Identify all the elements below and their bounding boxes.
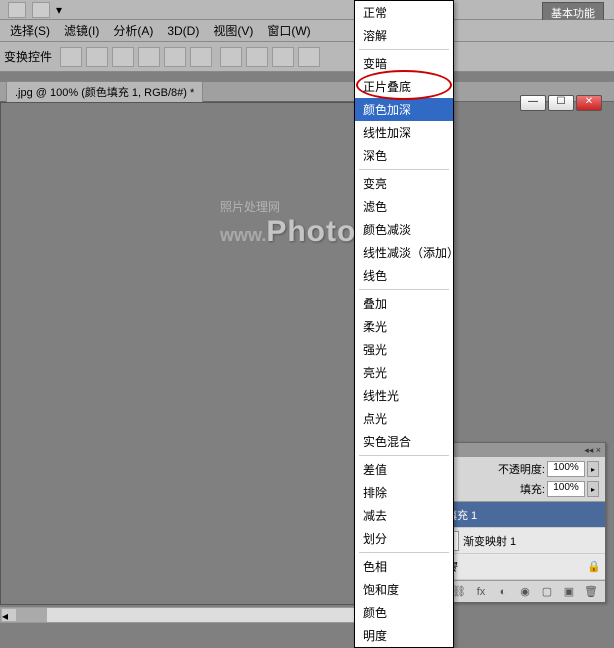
blend-mode-menu: 正常 溶解 变暗 正片叠底 颜色加深 线性加深 深色 变亮 滤色 颜色减淡 线性…: [354, 0, 454, 648]
minimize-button[interactable]: —: [520, 95, 546, 111]
menu-analysis[interactable]: 分析(A): [107, 20, 159, 41]
menu-view[interactable]: 视图(V): [207, 20, 259, 41]
blend-hue[interactable]: 色相: [355, 555, 453, 578]
blend-linear-dodge[interactable]: 线性减淡（添加）: [355, 241, 453, 264]
title-toolbar: ▾ 基本功能: [0, 0, 614, 20]
distribute-icons-group: [220, 47, 320, 67]
blend-exclusion[interactable]: 排除: [355, 481, 453, 504]
blend-linear-burn[interactable]: 线性加深: [355, 121, 453, 144]
tool-icon[interactable]: [8, 2, 26, 18]
arrange-icon[interactable]: [32, 2, 50, 18]
separator: [359, 49, 449, 50]
separator: [359, 552, 449, 553]
blend-luminosity[interactable]: 明度: [355, 624, 453, 647]
blend-divide[interactable]: 划分: [355, 527, 453, 550]
align-icon[interactable]: [190, 47, 212, 67]
blend-dissolve[interactable]: 溶解: [355, 24, 453, 47]
adjustment-icon[interactable]: ◉: [517, 585, 533, 598]
layer-name[interactable]: 背景: [435, 559, 583, 575]
menu-3d[interactable]: 3D(D): [161, 22, 205, 40]
blend-soft-light[interactable]: 柔光: [355, 315, 453, 338]
align-icons-group: [60, 47, 212, 67]
align-icon[interactable]: [164, 47, 186, 67]
menu-filter[interactable]: 滤镜(I): [58, 20, 105, 41]
separator: [359, 169, 449, 170]
fill-input[interactable]: 100%: [547, 481, 585, 497]
mask-icon[interactable]: ◐: [495, 586, 511, 598]
blend-screen[interactable]: 滤色: [355, 195, 453, 218]
document-tab[interactable]: .jpg @ 100% (颜色填充 1, RGB/8#) *: [6, 81, 203, 102]
blend-color[interactable]: 颜色: [355, 601, 453, 624]
menu-bar: 选择(S) 滤镜(I) 分析(A) 3D(D) 视图(V) 窗口(W): [0, 20, 614, 42]
group-icon[interactable]: ▢: [539, 585, 555, 598]
blend-darker-color[interactable]: 深色: [355, 144, 453, 167]
menu-select[interactable]: 选择(S): [4, 20, 56, 41]
opacity-label: 不透明度:: [498, 461, 545, 477]
layer-name[interactable]: 色填充 1: [435, 507, 601, 523]
blend-color-dodge[interactable]: 颜色减淡: [355, 218, 453, 241]
blend-subtract[interactable]: 减去: [355, 504, 453, 527]
align-icon[interactable]: [138, 47, 160, 67]
menu-window[interactable]: 窗口(W): [261, 20, 316, 41]
blend-pin-light[interactable]: 点光: [355, 407, 453, 430]
blend-lighter-color[interactable]: 线色: [355, 264, 453, 287]
horizontal-scrollbar[interactable]: ◂ ▸: [0, 607, 380, 623]
opacity-input[interactable]: 100%: [547, 461, 585, 477]
new-layer-icon[interactable]: ▣: [561, 585, 577, 598]
close-button[interactable]: ✕: [576, 95, 602, 111]
window-controls: — ☐ ✕: [520, 95, 602, 111]
options-bar: 变换控件: [0, 42, 614, 72]
separator: [359, 455, 449, 456]
scroll-left-arrow[interactable]: ◂: [1, 608, 17, 622]
blend-darken[interactable]: 变暗: [355, 52, 453, 75]
blend-saturation[interactable]: 饱和度: [355, 578, 453, 601]
canvas[interactable]: [0, 102, 380, 605]
blend-hard-light[interactable]: 强光: [355, 338, 453, 361]
blend-difference[interactable]: 差值: [355, 458, 453, 481]
opacity-flyout[interactable]: ▸: [587, 461, 599, 477]
blend-normal[interactable]: 正常: [355, 1, 453, 24]
blend-hard-mix[interactable]: 实色混合: [355, 430, 453, 453]
dist-icon[interactable]: [246, 47, 268, 67]
layer-name[interactable]: 渐变映射 1: [463, 533, 601, 549]
blend-lighten[interactable]: 变亮: [355, 172, 453, 195]
lock-icon: 🔒: [587, 560, 601, 573]
align-icon[interactable]: [60, 47, 82, 67]
align-icon[interactable]: [112, 47, 134, 67]
blend-overlay[interactable]: 叠加: [355, 292, 453, 315]
fill-label: 填充:: [520, 481, 545, 497]
dist-icon[interactable]: [220, 47, 242, 67]
blend-color-burn[interactable]: 颜色加深: [355, 98, 453, 121]
maximize-button[interactable]: ☐: [548, 95, 574, 111]
blend-linear-light[interactable]: 线性光: [355, 384, 453, 407]
fx-icon[interactable]: fx: [473, 586, 489, 598]
fill-flyout[interactable]: ▸: [587, 481, 599, 497]
dist-icon[interactable]: [272, 47, 294, 67]
dropdown-arrow[interactable]: ▾: [56, 3, 62, 17]
blend-multiply[interactable]: 正片叠底: [355, 75, 453, 98]
dist-icon[interactable]: [298, 47, 320, 67]
separator: [359, 289, 449, 290]
scroll-thumb[interactable]: [17, 608, 47, 622]
blend-vivid-light[interactable]: 亮光: [355, 361, 453, 384]
transform-controls-label: 变换控件: [4, 48, 52, 65]
delete-layer-icon[interactable]: 🗑: [583, 585, 599, 598]
align-icon[interactable]: [86, 47, 108, 67]
scroll-track[interactable]: [47, 608, 363, 622]
